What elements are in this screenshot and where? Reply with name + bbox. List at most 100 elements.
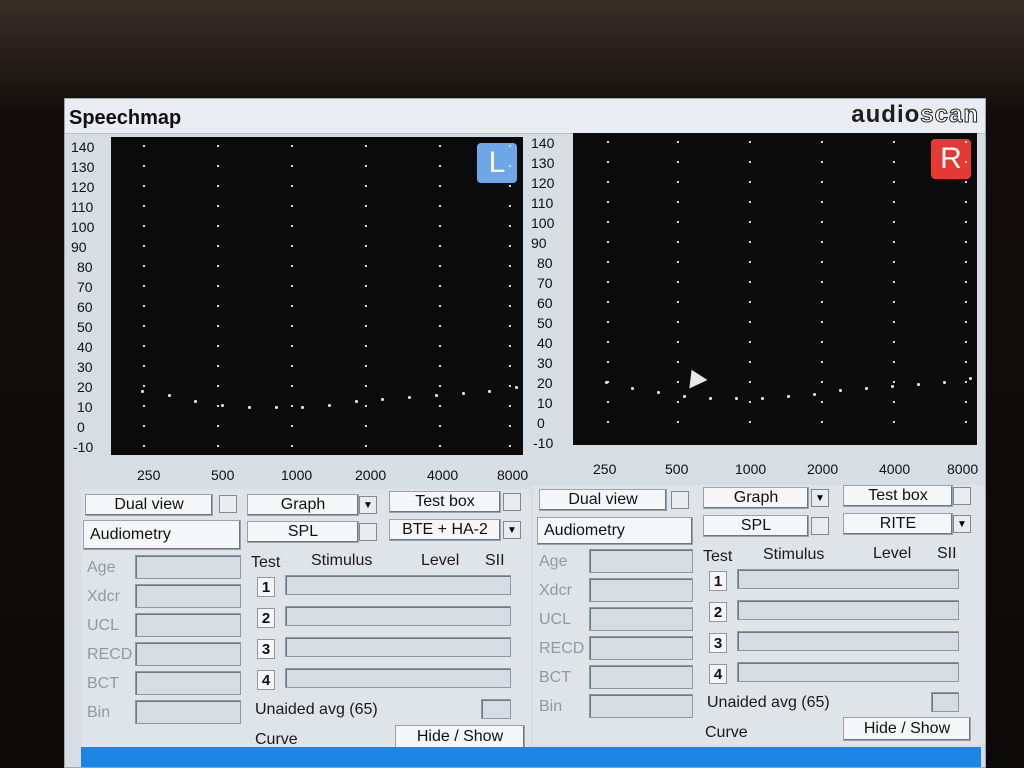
right-audiometry-button[interactable]: Audiometry [537,517,693,545]
left-test-4-field [285,668,511,688]
grid-dot [607,221,609,223]
grid-dot [821,201,823,203]
curve-point [167,394,171,398]
curve-point [515,386,518,390]
y-tick-label: 10 [77,399,93,415]
x-tick-label: 250 [137,467,161,483]
grid-dot [439,285,441,287]
left-ucl-label: UCL [87,617,120,634]
y-tick-label: 90 [71,239,87,255]
grid-dot [365,225,367,227]
left-test-header: Test [251,554,281,571]
grid-dot [893,421,895,423]
grid-dot [749,341,751,343]
right-speechmap-graph[interactable]: R [573,133,977,445]
left-testbox-button[interactable]: Test box [389,491,501,513]
grid-dot [143,245,145,247]
grid-dot [821,361,823,363]
grid-dot [965,281,967,283]
left-spl-checkbox[interactable] [359,523,377,541]
mouse-cursor-icon [682,365,708,389]
grid-dot [749,321,751,323]
grid-dot [607,161,609,163]
left-test-4-button[interactable]: 4 [257,670,275,690]
window-title: Speechmap [69,107,182,129]
grid-dot [749,201,751,203]
grid-dot [509,385,511,387]
left-dual-view-button[interactable]: Dual view [85,494,213,516]
y-tick-label: 0 [77,419,85,435]
right-bin-label: Bin [539,698,563,715]
grid-dot [217,305,219,307]
right-coupler-select[interactable]: RITE [843,513,953,535]
grid-dot [965,341,967,343]
left-coupler-dropdown-icon[interactable]: ▼ [503,521,521,539]
left-test-1-button[interactable]: 1 [257,577,275,597]
right-test-1-button[interactable]: 1 [709,571,727,591]
y-tick-label: 110 [71,199,94,215]
y-tick-label: 120 [531,175,555,191]
right-test-4-button[interactable]: 4 [709,664,727,684]
right-coupler-dropdown-icon[interactable]: ▼ [953,515,971,533]
grid-dot [893,321,895,323]
y-tick-label: 90 [531,235,547,251]
x-tick-label: 1000 [281,467,313,483]
left-speechmap-graph[interactable]: L [111,137,523,455]
application-window: Speechmap audioscan L R 140 130 120 110 100 9… [64,98,986,768]
curve-point [631,387,634,390]
curve-point [787,395,790,398]
grid-dot [439,385,441,387]
grid-dot [607,261,609,263]
right-spl-select[interactable]: SPL [703,515,809,537]
grid-dot [365,245,367,247]
left-hide-show-button[interactable]: Hide / Show [395,725,525,749]
grid-dot [365,385,367,387]
left-testbox-checkbox[interactable] [503,493,521,511]
grid-dot [291,165,293,167]
grid-dot [677,421,679,423]
left-spl-select[interactable]: SPL [247,521,359,543]
grid-dot [291,345,293,347]
left-test-2-button[interactable]: 2 [257,608,275,628]
grid-dot [509,145,511,147]
right-spl-checkbox[interactable] [811,517,829,535]
grid-dot [677,261,679,263]
right-test-3-button[interactable]: 3 [709,633,727,653]
right-testbox-checkbox[interactable] [953,487,971,505]
grid-dot [821,321,823,323]
left-graph-select[interactable]: Graph [247,494,359,516]
right-graph-select[interactable]: Graph [703,487,809,509]
left-coupler-select[interactable]: BTE + HA-2 [389,519,501,541]
left-test-3-button[interactable]: 3 [257,639,275,659]
left-audiometry-button[interactable]: Audiometry [83,520,241,550]
right-hide-show-button[interactable]: Hide / Show [843,717,971,741]
right-testbox-button[interactable]: Test box [843,485,953,507]
right-dual-view-checkbox[interactable] [671,491,689,509]
grid-dot [291,225,293,227]
y-tick-label: 130 [71,159,95,175]
left-dual-view-checkbox[interactable] [219,495,237,513]
grid-dot [217,205,219,207]
right-recd-label: RECD [539,640,585,657]
grid-dot [965,241,967,243]
left-ear-badge[interactable]: L [477,143,517,183]
grid-dot [509,425,511,427]
curve-point [761,397,764,400]
grid-dot [365,185,367,187]
curve-point [141,390,144,394]
curve-point [328,404,331,408]
grid-dot [821,381,823,383]
grid-dot [821,221,823,223]
grid-dot [143,185,145,187]
grid-dot [291,425,293,427]
right-dual-view-button[interactable]: Dual view [539,489,667,511]
left-graph-dropdown-icon[interactable]: ▼ [359,496,377,514]
right-test-header: Test [703,548,733,565]
right-ear-badge[interactable]: R [931,139,971,179]
right-graph-dropdown-icon[interactable]: ▼ [811,489,829,507]
grid-dot [143,325,145,327]
y-tick-label: 100 [71,219,95,235]
grid-dot [749,161,751,163]
right-test-2-button[interactable]: 2 [709,602,727,622]
grid-dot [677,321,679,323]
